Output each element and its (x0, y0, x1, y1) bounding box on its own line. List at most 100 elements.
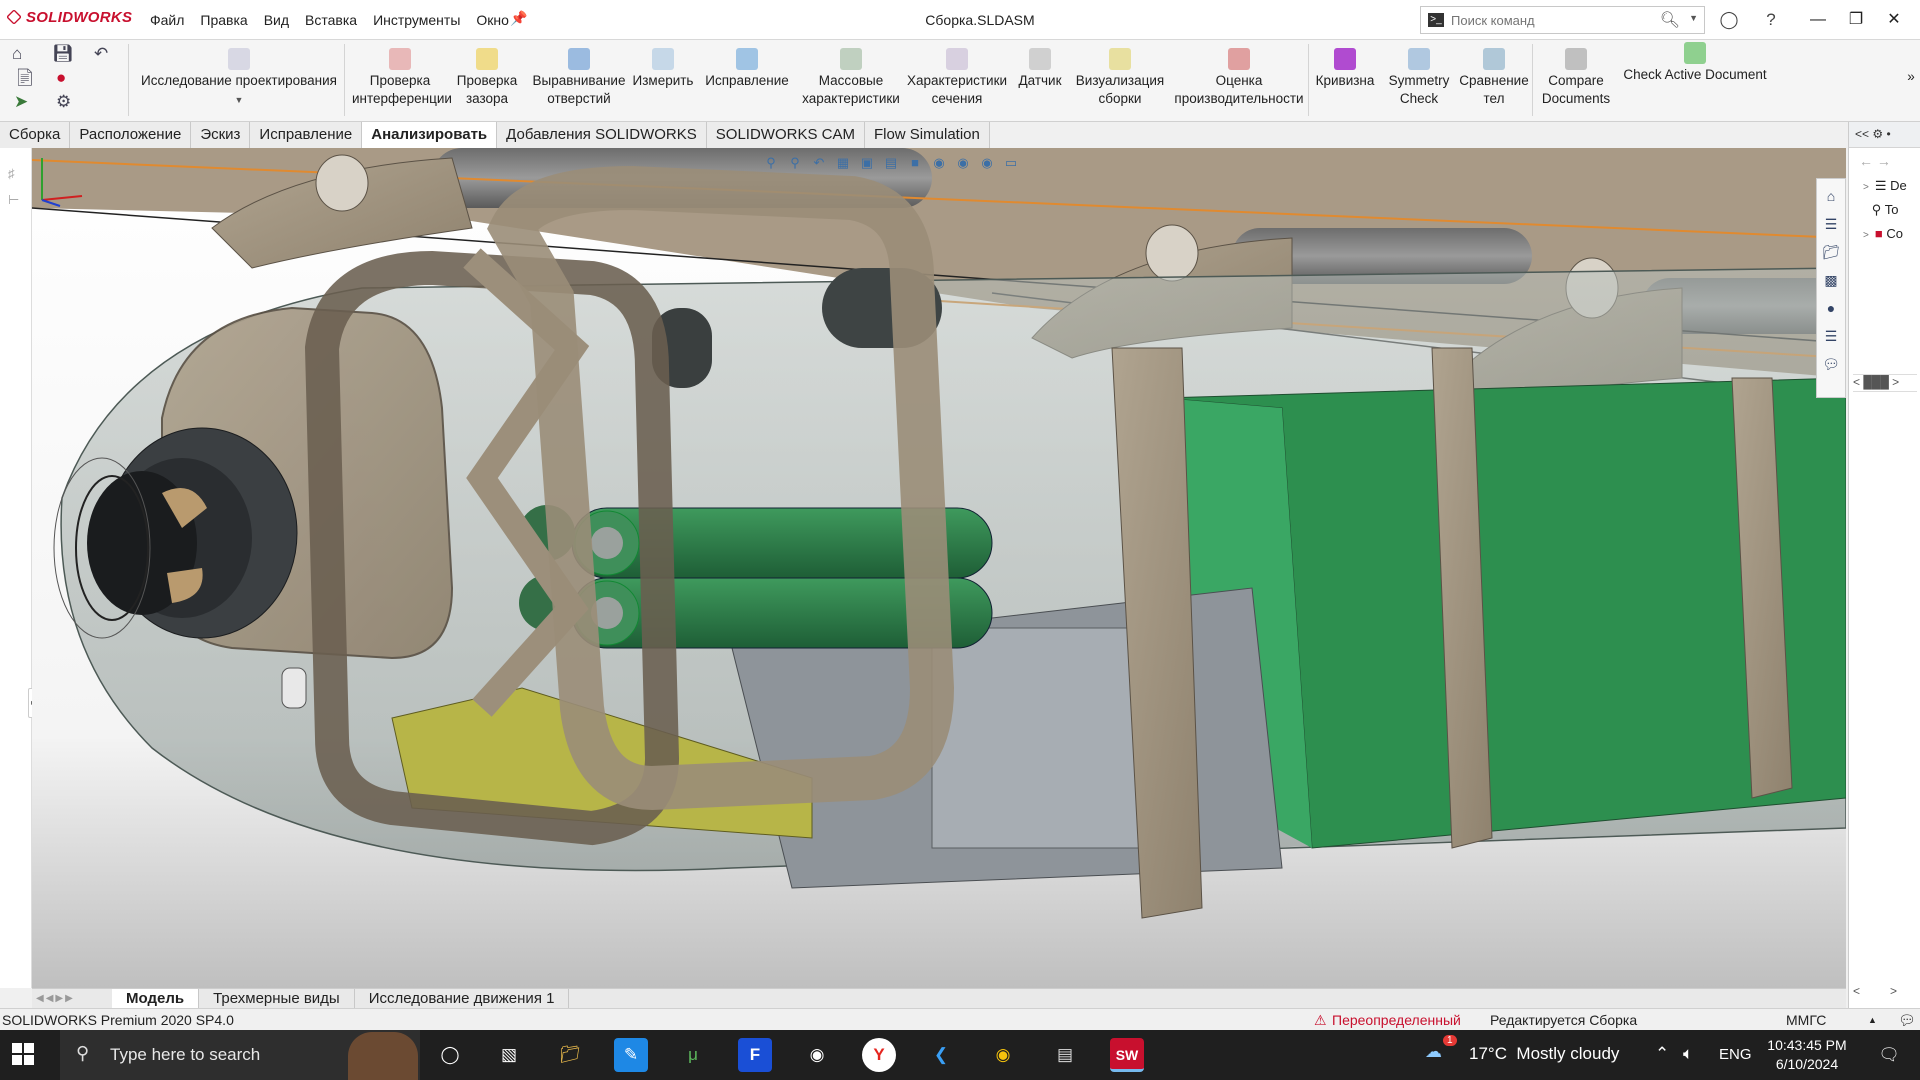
menu-file[interactable]: Файл (142, 12, 192, 28)
menu-edit[interactable]: Правка (192, 12, 255, 28)
select-icon[interactable]: ➤ (14, 92, 28, 112)
utorrent-icon[interactable]: μ (676, 1038, 710, 1072)
tab-assembly[interactable]: Сборка (0, 122, 71, 148)
section-view-icon[interactable]: ▦ (834, 154, 852, 172)
save-icon[interactable]: 💾︎ (52, 44, 74, 64)
warning-icon[interactable]: ⚠ (1314, 1009, 1327, 1031)
section-properties-button[interactable]: Характеристики сечения (902, 48, 1012, 108)
task-view-icon[interactable]: ▧ (492, 1038, 526, 1072)
tab-evaluate[interactable]: Анализировать (362, 122, 498, 148)
clearance-check-button[interactable]: Проверка зазора (454, 48, 520, 108)
weather-cloudy-icon[interactable]: ☁ (1425, 1042, 1442, 1062)
tab-layout[interactable]: Расположение (70, 122, 192, 148)
windows-start-icon[interactable] (12, 1043, 34, 1065)
search-icon[interactable]: 🔍︎ (1660, 10, 1680, 30)
curvature-button[interactable]: Кривизна (1310, 48, 1380, 90)
list-item[interactable]: ⚲ To (1849, 198, 1920, 222)
chevron-up-icon[interactable]: ⌃ (1655, 1044, 1669, 1064)
close-button[interactable]: ✕ (1876, 6, 1912, 34)
performance-evaluation-button[interactable]: Оценка производительности (1168, 48, 1310, 108)
tab-scroll-buttons[interactable]: ◀◀▶▶ (32, 989, 112, 1008)
cortana-icon[interactable]: ◯ (433, 1038, 467, 1072)
compare-documents-button[interactable]: Compare Documents (1534, 48, 1618, 108)
graphics-area[interactable]: ⚲ ⚲ ↶ ▦ ▣ ▤ ■ ◉ ◉ ◉ ▭ (32, 148, 1846, 988)
undo-icon[interactable]: ↶ (94, 44, 108, 64)
horizontal-scrollbar[interactable]: < ███ > (1853, 374, 1917, 392)
dynamic-annotation-icon[interactable]: ▣ (858, 154, 876, 172)
apply-scene-icon[interactable]: ◉ (978, 154, 996, 172)
previous-view-icon[interactable]: ↶ (810, 154, 828, 172)
camera-app-icon[interactable]: ◉ (800, 1038, 834, 1072)
list-item[interactable]: > ☰ De (1849, 174, 1920, 198)
tab-motion-study[interactable]: Исследование движения 1 (355, 989, 570, 1009)
minimize-button[interactable]: — (1800, 6, 1836, 34)
file-explorer-icon[interactable]: 📁︎ (553, 1038, 587, 1072)
view-palette-icon[interactable]: ▩ (1820, 269, 1842, 291)
tab-solidworks-addins[interactable]: Добавления SOLIDWORKS (497, 122, 707, 148)
volume-icon[interactable]: 🔈︎ (1683, 1044, 1693, 1064)
restore-button[interactable]: ❐ (1838, 6, 1874, 34)
sticky-notes-icon[interactable]: ✎ (614, 1038, 648, 1072)
back-icon[interactable]: ← (1859, 153, 1873, 169)
home-icon[interactable]: ⌂ (12, 44, 22, 64)
pin-icon[interactable]: • (1886, 127, 1890, 141)
view-settings-icon[interactable]: ▭ (1002, 154, 1020, 172)
menu-insert[interactable]: Вставка (297, 12, 365, 28)
options-gear-icon[interactable]: ⚙ (56, 92, 71, 112)
design-library-icon[interactable]: ☰ (1820, 213, 1842, 235)
forward-icon[interactable]: → (1877, 153, 1891, 169)
edit-appearance-icon[interactable]: ◉ (954, 154, 972, 172)
file-explorer-icon[interactable]: 📁︎ (1820, 241, 1842, 263)
clock[interactable]: 10:43:45 PM 6/10/2024 (1762, 1036, 1852, 1074)
new-document-icon[interactable]: 📄︎ (14, 68, 36, 88)
solidworks-taskbar-icon[interactable]: SW (1110, 1038, 1144, 1072)
mass-properties-button[interactable]: Массовые характеристики (796, 48, 906, 108)
hide-show-icon[interactable]: ◉ (930, 154, 948, 172)
compare-bodies-button[interactable]: Сравнение тел (1456, 48, 1532, 108)
notifications-icon[interactable]: 🗨︎ (1872, 1038, 1906, 1072)
hole-alignment-button[interactable]: Выравнивание отверстий (530, 48, 628, 108)
more-commands-icon[interactable]: » (1904, 68, 1918, 86)
view-orientation-icon[interactable]: ▤ (882, 154, 900, 172)
far-manager-icon[interactable]: F (738, 1038, 772, 1072)
sensor-button[interactable]: Датчик (1014, 48, 1066, 90)
command-search[interactable]: >_ 🔍︎ ▼ (1420, 6, 1705, 34)
chrome-icon[interactable]: ◉ (986, 1038, 1020, 1072)
solidworks-resources-icon[interactable]: ⌂ (1820, 185, 1842, 207)
zoom-area-icon[interactable]: ⚲ (786, 154, 804, 172)
list-item[interactable]: > ■ Co (1849, 222, 1920, 246)
menu-view[interactable]: Вид (256, 12, 297, 28)
tab-sketch[interactable]: Эскиз (191, 122, 251, 148)
tab-flow-simulation[interactable]: Flow Simulation (864, 122, 990, 148)
tab-solidworks-cam[interactable]: SOLIDWORKS CAM (706, 122, 865, 148)
tab-3d-views[interactable]: Трехмерные виды (199, 989, 355, 1009)
symmetry-check-button[interactable]: Symmetry Check (1384, 48, 1454, 108)
appearances-icon[interactable]: ● (1820, 297, 1842, 319)
display-style-icon[interactable]: ■ (906, 154, 924, 172)
design-study-button[interactable]: Исследование проектирования ▼ (136, 48, 342, 109)
horizontal-scrollbar[interactable]: < > (1853, 984, 1917, 1002)
user-account-icon[interactable]: ◯ (1718, 9, 1740, 31)
yandex-browser-icon[interactable]: Y (862, 1038, 896, 1072)
collapse-pane-icon[interactable]: << (1855, 127, 1869, 141)
interference-check-button[interactable]: Проверка интерференции (352, 48, 452, 108)
help-icon[interactable]: ? (1760, 9, 1782, 31)
measure-button[interactable]: Измерить (628, 48, 698, 90)
chevron-down-icon[interactable]: ▼ (1689, 13, 1698, 23)
solidworks-logo[interactable]: SOLIDWORKS (6, 9, 132, 26)
forum-icon[interactable]: 💬︎ (1820, 353, 1842, 375)
pane-gear-icon[interactable]: ⚙ (1872, 127, 1883, 141)
tab-model[interactable]: Модель (112, 989, 200, 1009)
tree-icon[interactable]: ⊢ (8, 192, 24, 208)
taskbar-search[interactable]: ⚲ Type here to search (60, 1030, 420, 1080)
store-app-icon[interactable]: ▤ (1048, 1038, 1082, 1072)
chat-icon[interactable]: 💬︎ (1898, 1009, 1916, 1031)
zoom-fit-icon[interactable]: ⚲ (762, 154, 780, 172)
chevron-up-icon[interactable]: ▲ (1868, 1009, 1877, 1031)
tab-repair[interactable]: Исправление (250, 122, 363, 148)
filter-icon[interactable]: ♯ (8, 166, 24, 182)
vscode-icon[interactable]: ❮ (924, 1038, 958, 1072)
check-active-document-button[interactable]: Check Active Document (1620, 42, 1770, 84)
pin-icon[interactable]: 📌 (510, 10, 527, 27)
unit-system[interactable]: ММГС (1786, 1009, 1826, 1031)
